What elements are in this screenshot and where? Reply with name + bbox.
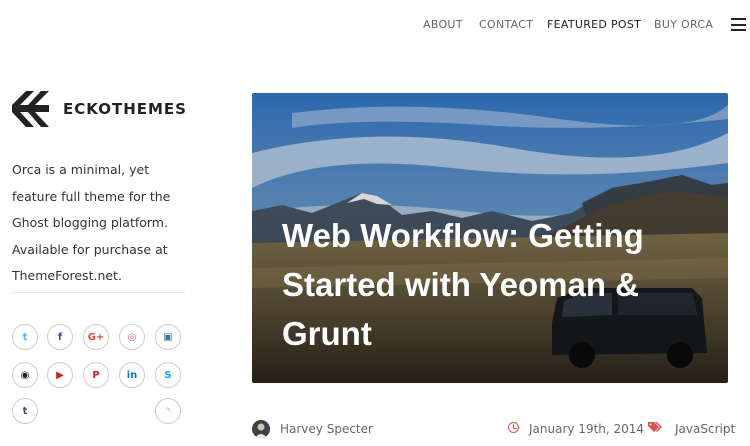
- skype-icon[interactable]: S: [155, 362, 181, 388]
- sidebar-divider: [12, 292, 185, 293]
- post-tag[interactable]: JavaScript: [675, 422, 735, 442]
- nav-buy-orca-link[interactable]: BUY ORCA: [654, 18, 713, 31]
- menu-icon[interactable]: [731, 18, 746, 31]
- clock-icon: [508, 422, 519, 433]
- ecko-logo-icon: [12, 91, 49, 127]
- linkedin-icon[interactable]: in: [119, 362, 145, 388]
- featured-post-title: Web Workflow: Getting Started with Yeoma…: [282, 217, 644, 352]
- nav-about-link[interactable]: ABOUT: [423, 18, 463, 31]
- facebook-icon[interactable]: f: [47, 324, 73, 350]
- google-plus-icon[interactable]: G+: [83, 324, 109, 350]
- twitter-icon[interactable]: t: [12, 324, 38, 350]
- brand-name: ECKOTHEMES: [63, 100, 187, 118]
- youtube-icon[interactable]: ▶: [47, 362, 73, 388]
- author-name[interactable]: Harvey Specter: [280, 422, 373, 442]
- post-date: January 19th, 2014: [529, 422, 645, 436]
- instagram-icon[interactable]: ▣: [155, 324, 181, 350]
- github-icon[interactable]: ◉: [12, 362, 38, 388]
- tags-icon: [648, 422, 662, 432]
- brand[interactable]: ECKOTHEMES: [12, 91, 212, 127]
- top-navigation: ABOUT CONTACT FEATURED POST BUY ORCA: [0, 0, 750, 50]
- author-avatar[interactable]: [252, 420, 270, 438]
- rss-icon[interactable]: ◝: [155, 398, 181, 424]
- nav-contact-link[interactable]: CONTACT: [479, 18, 533, 31]
- dribbble-icon[interactable]: ◎: [119, 324, 145, 350]
- featured-post-card[interactable]: Web Workflow: Getting Started with Yeoma…: [252, 93, 728, 383]
- tumblr-icon[interactable]: t: [12, 398, 38, 424]
- pinterest-icon[interactable]: P: [83, 362, 109, 388]
- site-description: Orca is a minimal, yet feature full them…: [12, 162, 171, 283]
- nav-featured-post-link[interactable]: FEATURED POST: [547, 18, 641, 31]
